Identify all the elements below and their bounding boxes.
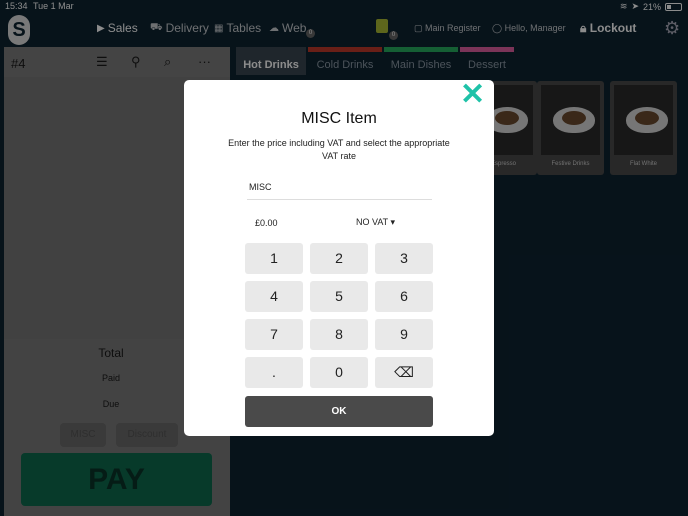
- key-2[interactable]: 2: [310, 243, 368, 274]
- key-5[interactable]: 5: [310, 281, 368, 312]
- backspace-icon[interactable]: ⌫: [375, 357, 433, 388]
- key-4[interactable]: 4: [245, 281, 303, 312]
- misc-item-dialog: ✕ MISC Item Enter the price including VA…: [184, 80, 494, 436]
- caret-down-icon: ▾: [390, 217, 396, 227]
- dialog-description: Enter the price including VAT and select…: [228, 138, 450, 161]
- key-6[interactable]: 6: [375, 281, 433, 312]
- key-decimal[interactable]: .: [245, 357, 303, 388]
- key-9[interactable]: 9: [375, 319, 433, 350]
- close-icon[interactable]: ✕: [460, 80, 485, 110]
- key-7[interactable]: 7: [245, 319, 303, 350]
- price-input[interactable]: [255, 215, 325, 231]
- key-8[interactable]: 8: [310, 319, 368, 350]
- vat-rate-value: NO VAT: [356, 217, 389, 227]
- key-1[interactable]: 1: [245, 243, 303, 274]
- ok-button[interactable]: OK: [245, 396, 433, 427]
- key-0[interactable]: 0: [310, 357, 368, 388]
- dialog-title: MISC Item: [301, 110, 377, 127]
- key-3[interactable]: 3: [375, 243, 433, 274]
- vat-rate-select[interactable]: NO VAT ▾: [356, 217, 395, 228]
- item-name-input[interactable]: [247, 174, 432, 200]
